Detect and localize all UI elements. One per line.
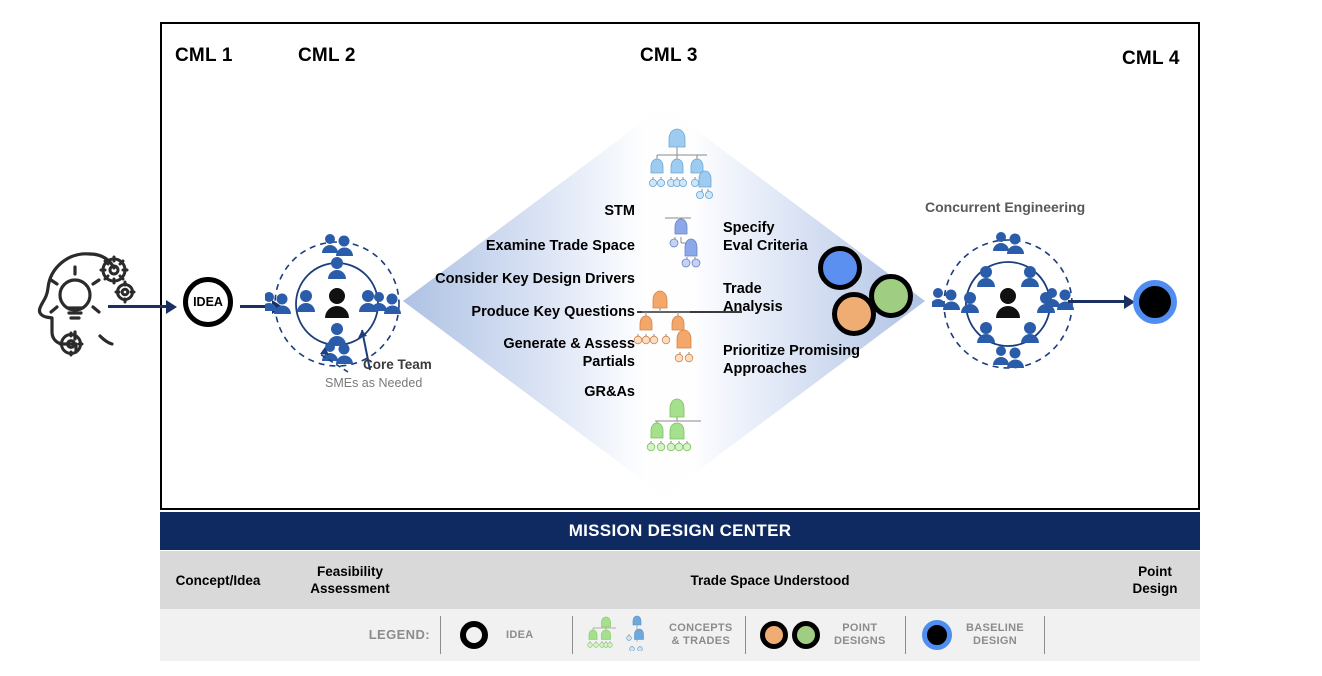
concept-tree-green-icon [645, 395, 727, 455]
diamond-label-design-drivers: Consider Key Design Drivers [435, 271, 635, 287]
stage-label: Feasibility Assessment [310, 564, 390, 596]
legend-item-label: BASELINE DESIGN [966, 622, 1025, 647]
legend-divider [572, 616, 573, 654]
point-design-circles-icon [760, 621, 820, 649]
mission-design-center-label: MISSION DESIGN CENTER [568, 521, 792, 540]
stage-feasibility-assessment: Feasibility Assessment [280, 551, 420, 609]
legend-divider [745, 616, 746, 654]
arrow-ce-to-baseline [1068, 295, 1138, 309]
legend-item-label: IDEA [506, 628, 534, 641]
concurrent-engineering-title: Concurrent Engineering [925, 199, 1086, 215]
mission-design-center-band: MISSION DESIGN CENTER [160, 512, 1200, 550]
idea-circle: IDEA [183, 277, 233, 327]
legend-word-label: LEGEND: [368, 627, 430, 642]
diamond-label-approaches: Approaches [723, 361, 807, 377]
stage-label: Trade Space Understood [690, 572, 850, 588]
stage-band: Concept/Idea Feasibility Assessment Trade… [160, 551, 1200, 609]
legend-item-point-designs: POINT DESIGNS [760, 609, 886, 661]
idea-ring-icon [460, 621, 488, 649]
concept-tree-blue-icon [655, 213, 717, 275]
legend-divider [1044, 616, 1045, 654]
stage-point-design: Point Design [1110, 551, 1200, 609]
cml-1-label: CML 1 [175, 45, 233, 66]
idea-head-lightbulb-icon [30, 240, 140, 358]
concept-tree-orange-icon [632, 286, 718, 368]
diamond-label-gr-and-as: GR&As [584, 384, 635, 400]
stage-trade-space-understood: Trade Space Understood [440, 551, 1100, 609]
concept-tree-icon [585, 615, 657, 656]
concurrent-engineering-team-group [930, 228, 1084, 380]
legend-item-label: CONCEPTS & TRADES [669, 622, 733, 647]
diamond-label-key-questions: Produce Key Questions [471, 304, 635, 320]
legend-item-label: POINT DESIGNS [834, 622, 886, 647]
concept-tree-light-blue-icon [645, 125, 725, 203]
diamond-label-generate-assess: Generate & Assess [503, 336, 635, 352]
cml-2-label: CML 2 [298, 45, 356, 66]
legend-item-idea: IDEA [460, 609, 533, 661]
stage-label: Point Design [1132, 564, 1178, 596]
legend-divider [905, 616, 906, 654]
point-design-circle-orange [832, 292, 876, 336]
legend-band: LEGEND: IDEA CONCEPTS & TRADES POINT DES… [160, 609, 1200, 661]
diamond-label-prioritize-promising: Prioritize Promising [723, 343, 860, 359]
diamond-label-examine-trade-space: Examine Trade Space [485, 238, 635, 254]
diamond-label-eval-criteria: Eval Criteria [723, 238, 808, 254]
baseline-design-circle [1133, 280, 1177, 324]
diamond-label-stm: STM [604, 203, 635, 219]
stage-concept-idea: Concept/Idea [160, 551, 276, 609]
legend-item-baseline-design: BASELINE DESIGN [922, 609, 1024, 661]
diamond-label-partials: Partials [582, 354, 635, 370]
diamond-label-specify: Specify [723, 220, 775, 236]
idea-circle-label: IDEA [193, 295, 223, 309]
cml-3-label: CML 3 [640, 45, 698, 66]
cml-4-label: CML 4 [1122, 48, 1180, 69]
legend-item-concepts-trades: CONCEPTS & TRADES [585, 609, 733, 661]
legend-divider [440, 616, 441, 654]
stage-label: Concept/Idea [175, 572, 261, 588]
diamond-label-analysis: Analysis [723, 299, 783, 315]
baseline-design-icon [922, 620, 952, 650]
point-design-circle-blue [818, 246, 862, 290]
diamond-label-trade: Trade [723, 281, 762, 297]
arrow-head-to-idea [108, 300, 180, 314]
